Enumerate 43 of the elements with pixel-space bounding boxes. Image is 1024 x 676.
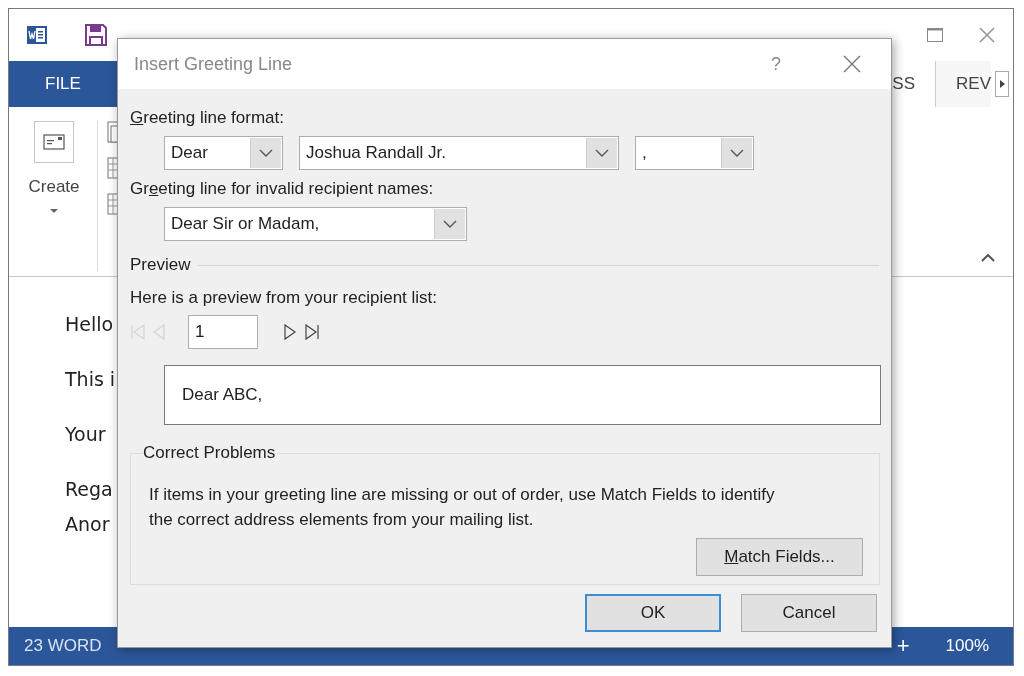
invalid-names-label: Greeting line for invalid recipient names: <box>130 178 435 200</box>
dropdown[interactable]: Dear <box>164 136 283 170</box>
zoom-in-button[interactable]: + <box>896 633 910 659</box>
zoom-level[interactable]: 100% <box>945 636 989 656</box>
correct-problems-text: If items in your greeting line are missing or out of order, use Match Fields to identify the correct address elements from your mailing list. <box>149 484 776 531</box>
document-text: Hello <box>65 313 114 337</box>
close-icon[interactable] <box>843 55 861 73</box>
dialog-title: Insert Greeting Line <box>134 53 293 75</box>
triangle-right-icon <box>999 80 1005 88</box>
help-button[interactable]: ? <box>771 53 781 75</box>
word-icon[interactable] <box>27 25 47 45</box>
document-text: Rega <box>65 478 113 502</box>
ribbon-tab[interactable]: REV <box>936 61 991 107</box>
chevron-down-icon <box>259 149 273 157</box>
collapse-ribbon-icon[interactable] <box>981 254 995 262</box>
next-record-icon[interactable] <box>282 323 298 341</box>
save-icon[interactable] <box>85 24 107 46</box>
greeting-format-label: Greeting line format: <box>130 107 286 129</box>
preview-label: Here is a preview from your recipient list: <box>130 287 439 309</box>
create-label[interactable]: Create <box>28 177 80 197</box>
dropdown[interactable]: Dear Sir or Madam, <box>164 207 467 241</box>
preview-box: Dear ABC, <box>164 365 881 425</box>
dropdown[interactable]: Joshua Randall Jr. <box>299 136 619 170</box>
document-text: Anor <box>65 513 110 537</box>
record-number-field[interactable]: 1 <box>188 315 258 349</box>
word-count[interactable]: 23 WORD <box>24 636 102 656</box>
create-envelope-button[interactable] <box>34 121 74 163</box>
envelope-icon <box>43 134 65 150</box>
match-fields-button[interactable]: Match Fields... <box>696 538 863 576</box>
last-record-icon[interactable] <box>304 323 320 341</box>
dropdown-caret-icon[interactable] <box>50 209 58 213</box>
dialog-button[interactable]: OK <box>585 594 721 632</box>
close-icon[interactable] <box>979 27 995 43</box>
chevron-down-icon <box>443 220 457 228</box>
maximize-icon[interactable] <box>927 28 943 42</box>
dropdown[interactable]: , <box>635 136 754 170</box>
preview-heading: Preview <box>130 255 191 275</box>
chevron-down-icon <box>595 149 609 157</box>
scroll-right-button[interactable] <box>995 71 1009 97</box>
dialog-button[interactable]: Cancel <box>741 594 877 632</box>
document-text: This i <box>65 368 116 392</box>
document-text: Your <box>65 423 106 447</box>
chevron-down-icon <box>730 149 744 157</box>
